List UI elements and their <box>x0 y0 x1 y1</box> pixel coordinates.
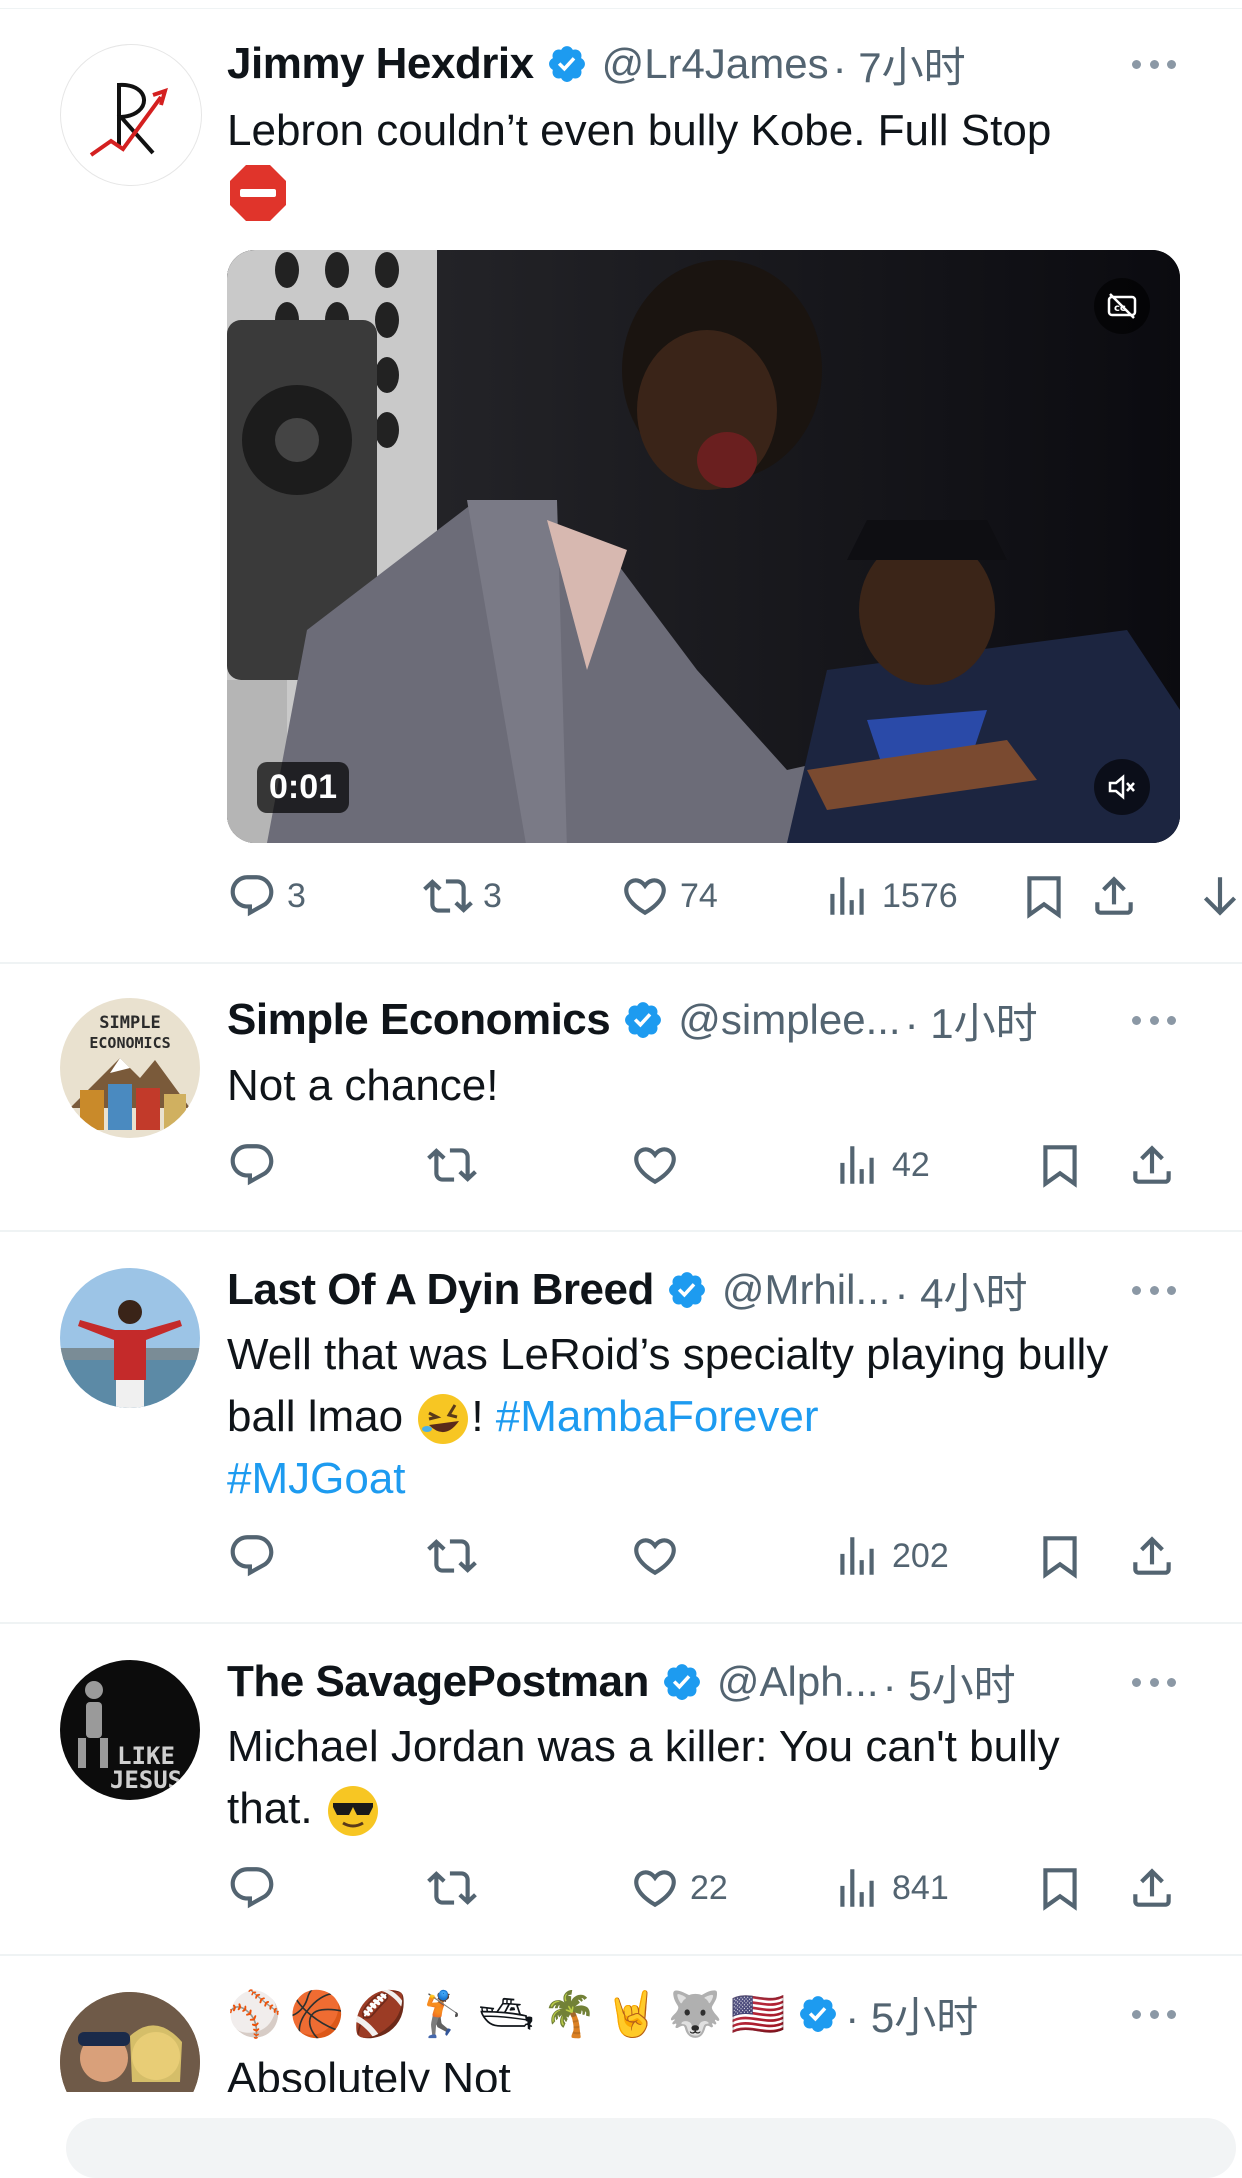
name-emoji[interactable]: 🌴 <box>542 1988 597 2040</box>
tweet-text: Absolutely Not <box>227 2054 511 2092</box>
name-emoji[interactable]: ⚾ <box>227 1988 282 2040</box>
name-emoji[interactable]: 🛥 <box>478 1988 534 2040</box>
name-emoji[interactable]: 🏀 <box>290 1988 345 2040</box>
name-emoji[interactable]: 🏌 <box>415 1988 470 2040</box>
name-emoji[interactable]: 🇺🇸 <box>730 1988 785 2040</box>
bottom-reply-bar[interactable] <box>66 2118 1236 2178</box>
tweet-emoji-user[interactable]: ⚾ 🏀 🏈 🏌 🛥 🌴 🤘 🐺 🇺🇸 · 5小时 Absolutely Not <box>0 0 1242 2092</box>
name-emoji[interactable]: 🏈 <box>353 1988 408 2040</box>
timestamp[interactable]: · 5小时 <box>845 1984 978 2045</box>
name-emoji[interactable]: 🐺 <box>668 1988 723 2040</box>
more-icon[interactable] <box>1132 2007 1176 2021</box>
name-emoji[interactable]: 🤘 <box>605 1988 660 2040</box>
avatar[interactable] <box>60 1992 200 2092</box>
verified-icon <box>800 1996 837 2032</box>
tweet-header: ⚾ 🏀 🏈 🏌 🛥 🌴 🤘 🐺 🇺🇸 · 5小时 <box>227 1984 978 2044</box>
